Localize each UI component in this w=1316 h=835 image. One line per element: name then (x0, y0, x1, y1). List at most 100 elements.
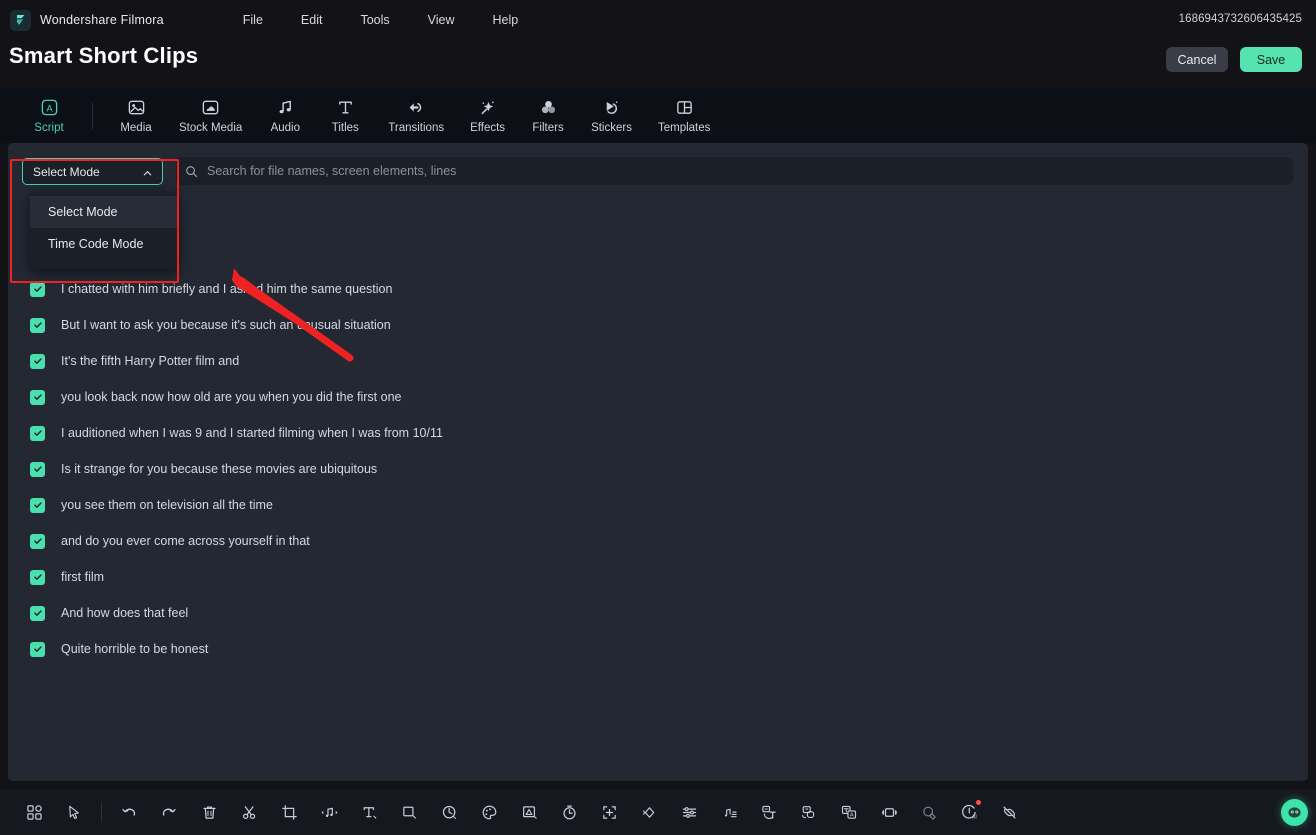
auto-caption-icon[interactable] (749, 792, 789, 832)
script-line-checkbox[interactable] (30, 569, 45, 585)
script-line-checkbox[interactable] (30, 353, 45, 369)
mask-icon[interactable] (509, 792, 549, 832)
mode-option-select-mode[interactable]: Select Mode (30, 196, 178, 228)
menu-item-file[interactable]: File (237, 10, 269, 30)
script-panel: Select Mode Select Mo (8, 143, 1308, 781)
tab-effects[interactable]: Effects (466, 95, 509, 137)
save-button[interactable]: Save (1240, 47, 1302, 72)
tab-titles-label: Titles (331, 121, 359, 134)
menu-item-view[interactable]: View (422, 10, 461, 30)
tab-transitions-label: Transitions (388, 121, 445, 134)
script-line-checkbox[interactable] (30, 461, 45, 477)
script-line-checkbox[interactable] (30, 533, 45, 549)
delete-trash-icon[interactable] (189, 792, 229, 832)
script-line-text: you look back now how old are you when y… (61, 390, 402, 404)
script-line-row[interactable]: It's the fifth Harry Potter film and (8, 343, 1308, 379)
smart-cutout-icon[interactable] (869, 792, 909, 832)
script-line-text: It's the fifth Harry Potter film and (61, 354, 240, 368)
unlink-icon[interactable] (989, 792, 1029, 832)
script-line-text: first film (61, 570, 105, 584)
script-line-row[interactable]: But I want to ask you because it's such … (8, 307, 1308, 343)
script-line-row[interactable]: you look back now how old are you when y… (8, 379, 1308, 415)
menu-item-tools[interactable]: Tools (354, 10, 395, 30)
color-palette-icon[interactable] (469, 792, 509, 832)
duration-timer-icon[interactable] (549, 792, 589, 832)
bottom-toolbar-icons: A AI (14, 792, 1029, 832)
transition-icon (405, 98, 427, 118)
cursor-select-icon[interactable] (54, 792, 94, 832)
tab-media-label: Media (120, 121, 152, 134)
tab-transitions[interactable]: Transitions (384, 95, 448, 137)
toolbar-divider (101, 802, 102, 822)
tab-audio-label: Audio (270, 121, 300, 134)
mode-select-dropdown[interactable]: Select Mode (22, 158, 163, 185)
mode-select-menu: Select Mode Time Code Mode (30, 192, 178, 269)
tab-script[interactable]: A Script (28, 95, 70, 137)
script-line-checkbox[interactable] (30, 605, 45, 621)
script-line-checkbox[interactable] (30, 425, 45, 441)
redo-icon[interactable] (149, 792, 189, 832)
page-title: Smart Short Clips (9, 43, 199, 68)
grid-apps-icon[interactable] (14, 792, 54, 832)
mode-option-time-code-mode[interactable]: Time Code Mode (30, 228, 178, 260)
speech-to-text-icon[interactable] (789, 792, 829, 832)
text-tool-icon[interactable] (349, 792, 389, 832)
script-line-row[interactable]: Is it strange for you because these movi… (8, 451, 1308, 487)
filmora-logo-icon (10, 9, 31, 31)
script-line-row[interactable]: Quite horrible to be honest (8, 631, 1308, 667)
menu-item-edit[interactable]: Edit (295, 10, 329, 30)
crop-icon[interactable] (269, 792, 309, 832)
audio-ducking-icon[interactable] (709, 792, 749, 832)
script-line-row[interactable]: And how does that feel (8, 595, 1308, 631)
tab-stickers[interactable]: Stickers (587, 95, 636, 137)
script-line-checkbox[interactable] (30, 641, 45, 657)
keyframe-icon[interactable] (629, 792, 669, 832)
menu-item-help[interactable]: Help (487, 10, 525, 30)
ai-copilot-icon[interactable]: AI (949, 792, 989, 832)
script-line-checkbox[interactable] (30, 281, 45, 297)
action-buttons: Cancel Save (1166, 47, 1302, 72)
search-bar[interactable] (176, 157, 1293, 185)
tab-script-label: Script (34, 121, 64, 134)
green-screen-icon[interactable] (909, 792, 949, 832)
tab-titles[interactable]: Titles (324, 95, 366, 137)
tab-filters[interactable]: Filters (527, 95, 569, 137)
add-marker-icon[interactable] (589, 792, 629, 832)
shape-tool-icon[interactable] (389, 792, 429, 832)
script-line-text: Quite horrible to be honest (61, 642, 209, 656)
panel-toolbar: Select Mode (8, 143, 1308, 192)
script-line-checkbox[interactable] (30, 497, 45, 513)
script-line-row[interactable]: you see them on television all the time (8, 487, 1308, 523)
audio-detach-icon[interactable] (309, 792, 349, 832)
script-line-row[interactable]: first film (8, 559, 1308, 595)
ai-assistant-avatar-icon[interactable] (1281, 799, 1308, 826)
music-note-icon (274, 98, 296, 118)
script-line-checkbox[interactable] (30, 389, 45, 405)
menu-bar: Wondershare Filmora File Edit Tools View… (0, 0, 1316, 40)
script-line-row[interactable]: I auditioned when I was 9 and I started … (8, 415, 1308, 451)
cancel-button[interactable]: Cancel (1166, 47, 1228, 72)
script-line-checkbox[interactable] (30, 317, 45, 333)
audio-mixer-icon[interactable] (669, 792, 709, 832)
tab-media[interactable]: Media (115, 95, 157, 137)
undo-icon[interactable] (109, 792, 149, 832)
script-line-row[interactable]: I chatted with him briefly and I asked h… (8, 271, 1308, 307)
translate-icon[interactable]: A (829, 792, 869, 832)
tab-filters-label: Filters (532, 121, 564, 134)
title-row: Smart Short Clips Cancel Save (0, 40, 1316, 88)
search-input[interactable] (207, 164, 1293, 178)
speed-icon[interactable] (429, 792, 469, 832)
tab-templates[interactable]: Templates (654, 95, 714, 137)
tab-audio[interactable]: Audio (264, 95, 306, 137)
script-line-text: Is it strange for you because these movi… (61, 462, 378, 476)
search-icon (185, 165, 198, 178)
script-line-row[interactable]: lcliffe last night and I (8, 235, 1308, 271)
tab-divider (92, 102, 93, 129)
script-line-row[interactable]: and do you ever come across yourself in … (8, 523, 1308, 559)
notification-badge (976, 800, 981, 805)
split-scissors-icon[interactable] (229, 792, 269, 832)
sparkle-wand-icon (477, 98, 499, 118)
bottom-toolbar: A AI (0, 789, 1316, 835)
svg-text:AI: AI (972, 814, 977, 820)
tab-stock-media[interactable]: Stock Media (175, 95, 246, 137)
